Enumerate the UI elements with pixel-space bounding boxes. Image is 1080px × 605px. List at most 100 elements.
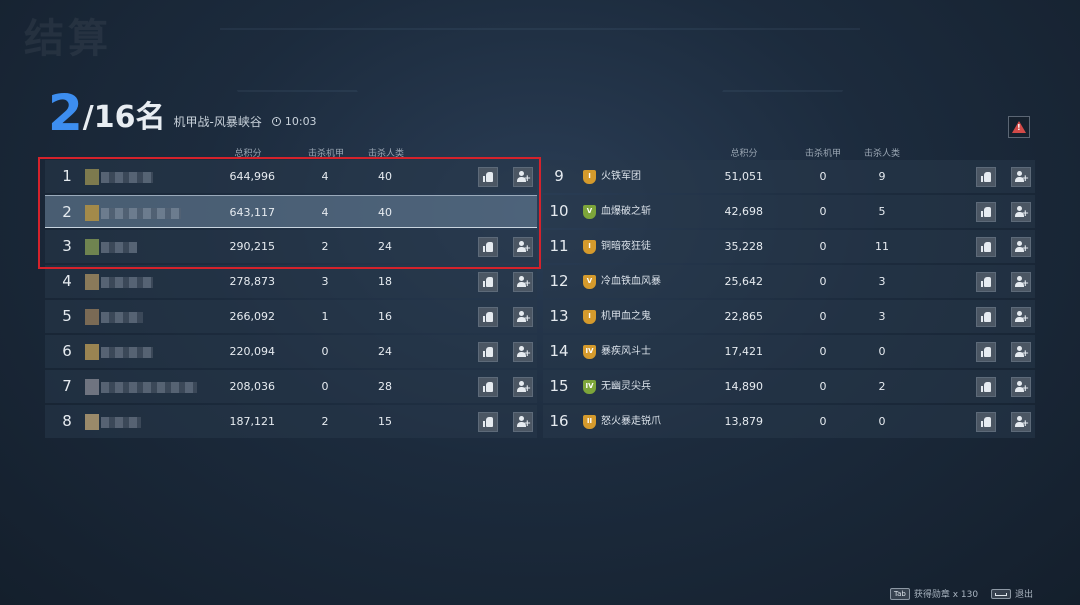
- add-friend-button[interactable]: +: [1011, 307, 1031, 327]
- rank-badge-icon: I: [583, 240, 596, 254]
- team-name: 怒火暴走锐爪: [601, 416, 661, 427]
- add-friend-button[interactable]: +: [1011, 377, 1031, 397]
- col-header-mech-kills-right: 击杀机甲: [804, 149, 841, 159]
- total-score: 266,092: [229, 310, 276, 323]
- team-name: 血爆破之斩: [601, 206, 651, 217]
- human-kills: 0: [878, 345, 886, 358]
- add-friend-button[interactable]: +: [513, 342, 533, 362]
- tab-key: Tab: [890, 587, 910, 600]
- medals-hint: Tab 获得勋章 x 130: [890, 587, 978, 600]
- report-button[interactable]: !: [1008, 116, 1030, 138]
- thumbs-up-icon: [483, 277, 493, 287]
- team-name: 火铁军团: [601, 171, 641, 182]
- thumbs-up-icon: [981, 347, 991, 357]
- add-friend-icon: +: [517, 346, 531, 359]
- like-button[interactable]: [976, 167, 996, 187]
- exit-label: 退出: [1015, 590, 1034, 600]
- like-button[interactable]: [478, 412, 498, 432]
- add-friend-icon: +: [517, 311, 531, 324]
- rank-number: 4: [62, 272, 72, 290]
- add-friend-button[interactable]: +: [1011, 202, 1031, 222]
- team-row: 12 V 冷血铁血风暴 25,642 0 3 +: [543, 265, 1035, 298]
- rank-badge-icon: I: [583, 170, 596, 184]
- like-button[interactable]: [976, 237, 996, 257]
- player-name-blurred: [101, 382, 197, 393]
- add-friend-button[interactable]: +: [1011, 412, 1031, 432]
- add-friend-button[interactable]: +: [513, 377, 533, 397]
- human-kills: 15: [378, 415, 392, 428]
- like-button[interactable]: [478, 272, 498, 292]
- like-button[interactable]: [976, 307, 996, 327]
- human-kills: 3: [878, 310, 886, 323]
- total-score: 51,051: [724, 170, 764, 183]
- thumbs-up-icon: [483, 382, 493, 392]
- add-friend-icon: +: [517, 416, 531, 429]
- like-button[interactable]: [976, 412, 996, 432]
- mech-kills: 0: [819, 345, 827, 358]
- team-name: 无幽灵尖兵: [601, 381, 651, 392]
- rank-total: /16名: [82, 100, 166, 135]
- avatar: [85, 344, 99, 360]
- rank-number: 9: [554, 167, 564, 185]
- thumbs-up-icon: [483, 347, 493, 357]
- like-button[interactable]: [478, 307, 498, 327]
- team-row: 13 I 机甲血之鬼 22,865 0 3 +: [543, 300, 1035, 333]
- thumbs-up-icon: [981, 312, 991, 322]
- human-kills: 11: [875, 240, 889, 253]
- like-button[interactable]: [976, 272, 996, 292]
- like-button[interactable]: [478, 377, 498, 397]
- mech-kills: 0: [819, 380, 827, 393]
- rank-number: 5: [62, 307, 72, 325]
- human-kills: 3: [878, 275, 886, 288]
- add-friend-icon: +: [1015, 206, 1029, 219]
- add-friend-button[interactable]: +: [513, 272, 533, 292]
- add-friend-icon: +: [1015, 381, 1029, 394]
- player-name-blurred: [101, 312, 143, 323]
- like-button[interactable]: [478, 342, 498, 362]
- total-score: 278,873: [229, 275, 276, 288]
- team-row: 14 IV 暴疾风斗士 17,421 0 0 +: [543, 335, 1035, 368]
- rank-badge-icon: IV: [583, 380, 596, 394]
- avatar: [85, 379, 99, 395]
- add-friend-icon: +: [1015, 346, 1029, 359]
- mech-kills: 0: [819, 205, 827, 218]
- like-button[interactable]: [976, 377, 996, 397]
- thumbs-up-icon: [981, 382, 991, 392]
- rank-number: 6: [62, 342, 72, 360]
- thumbs-up-icon: [981, 277, 991, 287]
- mech-kills: 0: [819, 310, 827, 323]
- add-friend-icon: +: [517, 381, 531, 394]
- like-button[interactable]: [976, 342, 996, 362]
- team-name: 机甲血之鬼: [601, 311, 651, 322]
- clock-icon: [271, 117, 281, 126]
- mech-kills: 0: [819, 415, 827, 428]
- add-friend-button[interactable]: +: [1011, 272, 1031, 292]
- rank-badge-icon: V: [583, 205, 596, 219]
- total-score: 35,228: [724, 240, 764, 253]
- add-friend-button[interactable]: +: [1011, 237, 1031, 257]
- total-score: 220,094: [229, 345, 276, 358]
- avatar: [85, 414, 99, 430]
- total-score: 42,698: [724, 205, 764, 218]
- add-friend-button[interactable]: +: [1011, 342, 1031, 362]
- add-friend-button[interactable]: +: [513, 307, 533, 327]
- add-friend-button[interactable]: +: [1011, 167, 1031, 187]
- team-row: 15 IV 无幽灵尖兵 14,890 0 2 +: [543, 370, 1035, 403]
- rank-number: 15: [549, 377, 569, 395]
- rank-number: 12: [549, 272, 569, 290]
- total-score: 25,642: [724, 275, 764, 288]
- avatar: [85, 309, 99, 325]
- human-kills: 9: [878, 170, 886, 183]
- avatar: [85, 274, 99, 290]
- rank-number: 14: [549, 342, 569, 360]
- like-button[interactable]: [976, 202, 996, 222]
- exit-button[interactable]: 退出: [991, 587, 1033, 600]
- human-kills: 2: [878, 380, 886, 393]
- match-info: 机甲战-风暴峡谷 10:03: [174, 113, 317, 130]
- medals-text: 获得勋章 x 130: [913, 590, 979, 600]
- rank-badge-icon: II: [583, 415, 596, 429]
- rank-number: 7: [62, 377, 72, 395]
- mech-kills: 0: [819, 275, 827, 288]
- rank-number: 16: [549, 412, 569, 430]
- add-friend-button[interactable]: +: [513, 412, 533, 432]
